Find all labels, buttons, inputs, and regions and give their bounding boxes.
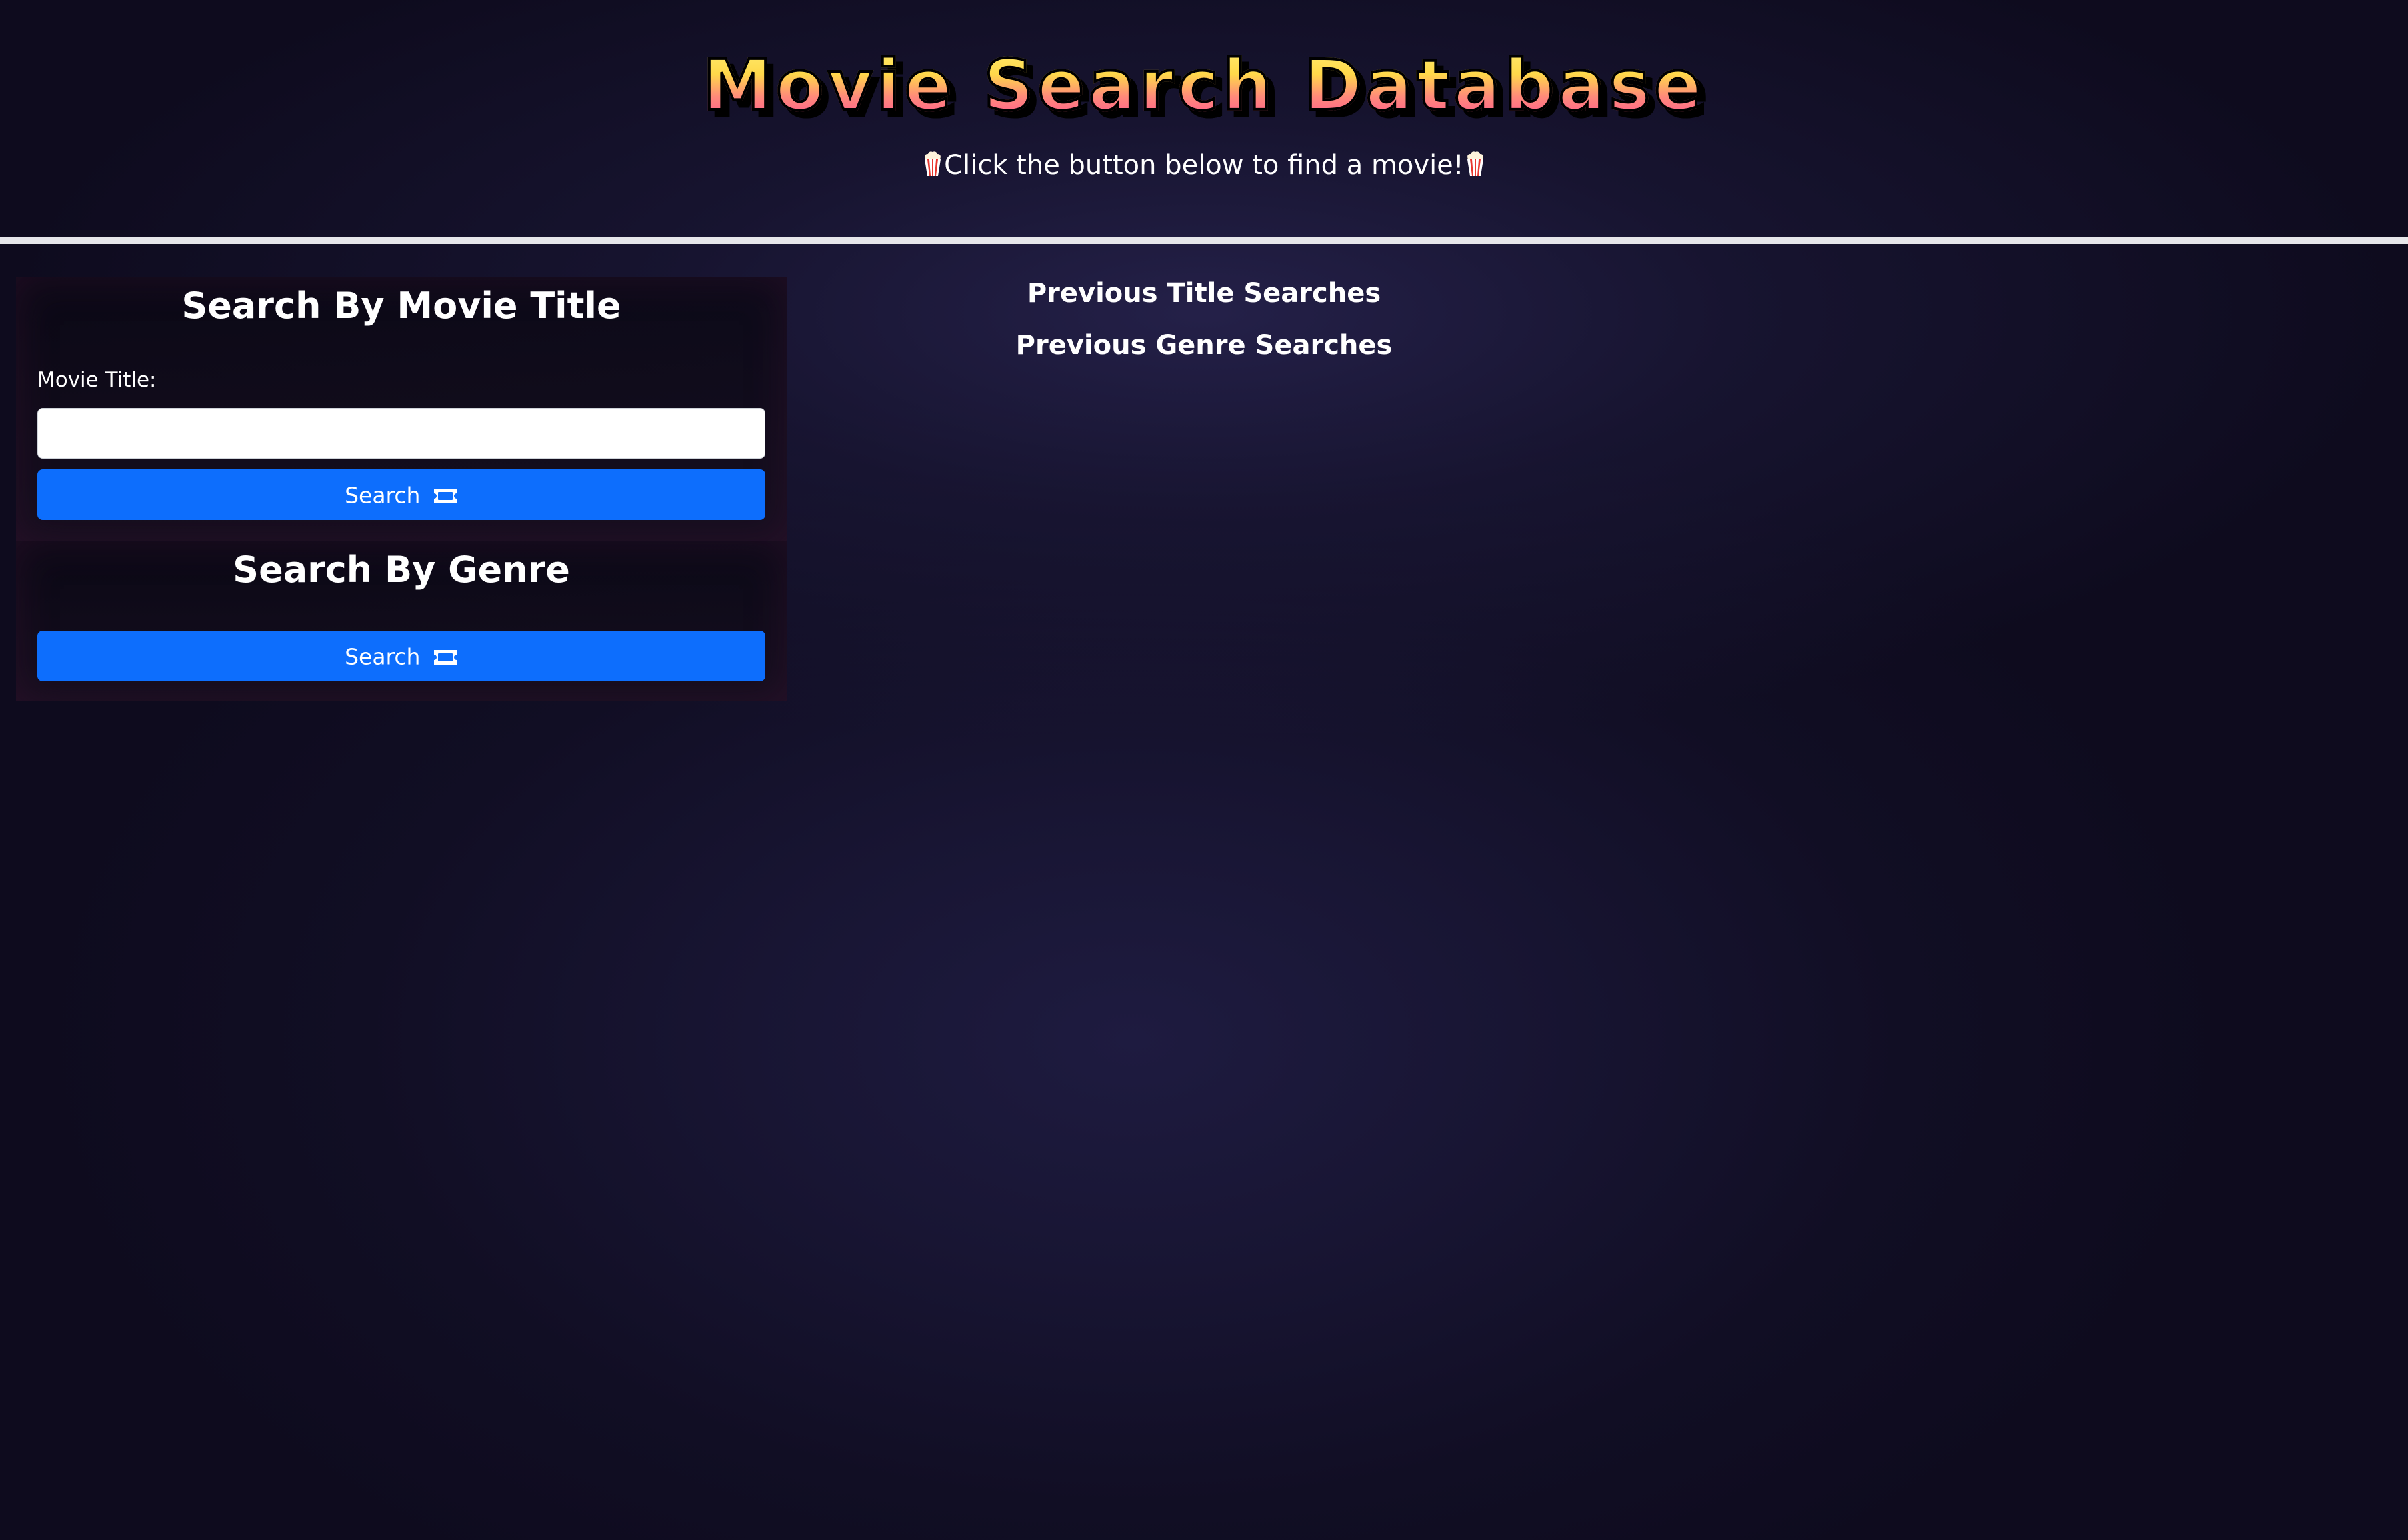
header-divider [0,237,2408,244]
genre-search-heading: Search By Genre [233,549,570,591]
title-search-heading: Search By Movie Title [181,285,621,327]
previous-title-searches-heading: Previous Title Searches [1027,278,1381,309]
page-subtitle: Click the button below to find a movie! [0,145,2408,185]
site-header: Movie Search Database Click the button b… [0,0,2408,237]
genre-search-panel: Search By Genre Search [16,541,787,701]
title-search-button[interactable]: Search [37,469,765,520]
ticket-icon [433,649,457,665]
previous-genre-searches-heading: Previous Genre Searches [1015,330,1393,361]
genre-search-button[interactable]: Search [37,631,765,681]
genre-search-button-label: Search [345,643,421,670]
movie-title-input[interactable] [37,408,765,459]
page-title: Movie Search Database [0,39,2408,132]
popcorn-icon [1467,151,1483,176]
popcorn-icon [925,151,941,176]
movie-title-label: Movie Title: [37,368,157,392]
title-search-button-label: Search [345,482,421,509]
subtitle-text: Click the button below to find a movie! [944,150,1464,181]
title-search-panel: Search By Movie Title Movie Title: Searc… [16,277,787,541]
ticket-icon [433,488,457,503]
